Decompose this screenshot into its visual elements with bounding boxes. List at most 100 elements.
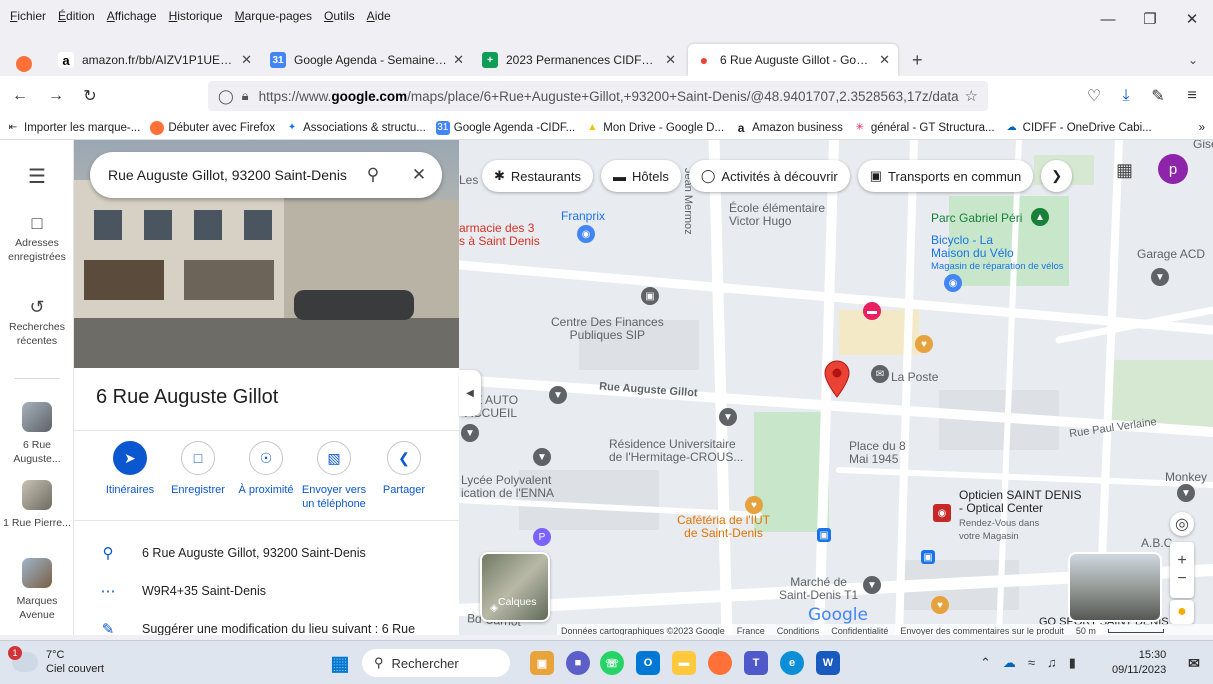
lock-icon[interactable]: 🔒︎ bbox=[242, 88, 249, 104]
plus-code-row[interactable]: ⋯ W9R4+35 Saint-Denis bbox=[74, 574, 459, 608]
extensions-icon[interactable]: ✎ bbox=[1146, 84, 1170, 108]
attribution-country[interactable]: France bbox=[737, 626, 765, 635]
chip-activities[interactable]: ◯ Activités à découvrir bbox=[688, 160, 850, 192]
nearby-button[interactable]: ☉ À proximité bbox=[230, 441, 302, 497]
teams-meet-icon[interactable]: ■ bbox=[566, 651, 590, 675]
attribution-feedback[interactable]: Envoyer des commentaires sur le produit bbox=[900, 626, 1064, 635]
shopping-pin-icon[interactable]: ◉ bbox=[577, 225, 595, 243]
restaurant-pin-icon[interactable]: ♥ bbox=[915, 335, 933, 353]
back-arrow-icon[interactable]: ← bbox=[8, 84, 32, 108]
tray-overflow-icon[interactable]: ⌃ bbox=[980, 655, 991, 671]
tracking-shield-icon[interactable]: ◯ bbox=[218, 88, 234, 105]
hotel-pin-icon[interactable]: ▬ bbox=[863, 302, 881, 320]
bookmark-google-agenda[interactable]: 31 Google Agenda -CIDF... bbox=[435, 120, 575, 135]
tab-amazon[interactable]: a amazon.fr/bb/AIZV1P1UEFWT7/ ✕ bbox=[50, 44, 260, 76]
zoom-in-icon[interactable]: + bbox=[1177, 552, 1186, 570]
map-label-garage[interactable]: Garage ACD bbox=[1137, 248, 1205, 261]
word-icon[interactable]: W bbox=[816, 651, 840, 675]
file-explorer-icon[interactable]: ▬ bbox=[672, 651, 696, 675]
map-label-laposte[interactable]: La Poste bbox=[891, 371, 938, 384]
parking-pin-icon[interactable]: P bbox=[533, 528, 551, 546]
post-office-pin-icon[interactable]: ✉ bbox=[871, 365, 889, 383]
search-icon[interactable]: ⚲ bbox=[350, 165, 396, 185]
profile-avatar[interactable]: p bbox=[1158, 154, 1188, 184]
new-tab-button[interactable]: + bbox=[904, 44, 934, 76]
street-view-preview[interactable] bbox=[1068, 552, 1162, 622]
map-label-residence[interactable]: Résidence Universitaire de l'Hermitage-C… bbox=[609, 438, 743, 464]
clear-search-icon[interactable]: ✕ bbox=[396, 165, 442, 185]
bookmark-drive[interactable]: ▲ Mon Drive - Google D... bbox=[585, 121, 724, 135]
bookmark-gt-structura[interactable]: ✳ général - GT Structura... bbox=[853, 121, 995, 135]
chips-next-button[interactable]: ❯ bbox=[1041, 160, 1073, 192]
chip-hotels[interactable]: ▬ Hôtels bbox=[601, 160, 681, 192]
chip-restaurants[interactable]: ✱ Restaurants bbox=[482, 160, 593, 192]
zoom-out-icon[interactable]: − bbox=[1177, 570, 1186, 588]
close-tab-icon[interactable]: ✕ bbox=[879, 52, 890, 68]
tab-google-maps[interactable]: ● 6 Rue Auguste Gillot - Google M ✕ bbox=[688, 44, 898, 76]
address-bar[interactable]: ◯ 🔒︎ https://www.google.com/maps/place/6… bbox=[208, 81, 988, 111]
menu-aide[interactable]: Aide bbox=[367, 9, 391, 23]
bike-shop-pin-icon[interactable]: ◉ bbox=[944, 274, 962, 292]
download-icon[interactable]: ⤓ bbox=[1114, 84, 1138, 108]
government-pin-icon[interactable]: ▣ bbox=[641, 287, 659, 305]
google-apps-icon[interactable]: ▦ bbox=[1116, 160, 1133, 181]
clock[interactable]: 15:30 09/11/2023 bbox=[1112, 648, 1166, 678]
map-label-place-8-mai[interactable]: Place du 8 Mai 1945 bbox=[849, 440, 906, 466]
taskbar-search[interactable]: ⚲ Rechercher bbox=[362, 649, 510, 677]
bookmarks-overflow-icon[interactable]: » bbox=[1199, 122, 1205, 134]
menu-marque-pages[interactable]: Marque-pages bbox=[235, 9, 312, 23]
attribution-terms[interactable]: Conditions bbox=[777, 626, 820, 635]
optician-logo-icon[interactable]: ◉ bbox=[933, 504, 951, 522]
map-label-abc[interactable]: A.B.C bbox=[1141, 537, 1172, 550]
bookmark-associations[interactable]: ✦ Associations & structu... bbox=[285, 121, 426, 135]
bookmark-onedrive[interactable]: ☁ CIDFF - OneDrive Cabi... bbox=[1005, 121, 1152, 135]
battery-icon[interactable]: ▮ bbox=[1069, 655, 1076, 671]
rail-saved[interactable]: □ Adresses enregistrées bbox=[0, 214, 74, 264]
collapse-panel-icon[interactable]: ◀ bbox=[459, 370, 481, 416]
attribution-privacy[interactable]: Confidentialité bbox=[831, 626, 888, 635]
map-label-marche[interactable]: Marché de Saint-Denis T1 bbox=[779, 576, 858, 602]
directions-button[interactable]: ➤ Itinéraires bbox=[94, 441, 166, 497]
app-menu-icon[interactable]: ≡ bbox=[1180, 84, 1204, 108]
menu-edition[interactable]: Édition bbox=[58, 9, 95, 23]
school-pin-icon[interactable]: ▼ bbox=[533, 448, 551, 466]
onedrive-tray-icon[interactable]: ☁ bbox=[1003, 655, 1016, 671]
minimize-icon[interactable]: — bbox=[1087, 6, 1129, 32]
bookmark-import[interactable]: ⇤ Importer les marque-... bbox=[6, 121, 141, 135]
bookmark-amazon-business[interactable]: a Amazon business bbox=[734, 121, 843, 135]
rail-history-2[interactable]: 1 Rue Pierre... bbox=[0, 480, 74, 530]
menu-hamburger-icon[interactable]: ☰ bbox=[28, 164, 46, 189]
close-tab-icon[interactable]: ✕ bbox=[665, 52, 676, 68]
firefox-taskbar-icon[interactable] bbox=[708, 651, 732, 675]
rail-history-3[interactable]: Marques Avenue bbox=[0, 558, 74, 622]
pin-icon[interactable]: ▼ bbox=[461, 424, 479, 442]
wifi-icon[interactable]: ≈ bbox=[1028, 655, 1035, 671]
bookmark-firefox[interactable]: Débuter avec Firefox bbox=[150, 120, 275, 135]
tab-list-chevron-icon[interactable]: ⌄ bbox=[1180, 44, 1208, 76]
map-label-monkey[interactable]: Monkey bbox=[1165, 471, 1207, 484]
map-label-parc[interactable]: Parc Gabriel Péri bbox=[931, 212, 1022, 225]
close-window-icon[interactable]: ✕ bbox=[1171, 6, 1213, 32]
garage-pin-icon[interactable]: ▼ bbox=[1151, 268, 1169, 286]
tab-google-agenda[interactable]: 31 Google Agenda - Semaine du 2 ✕ bbox=[262, 44, 472, 76]
cafe-pin-icon[interactable]: ♥ bbox=[745, 496, 763, 514]
address-row[interactable]: ⚲ 6 Rue Auguste Gillot, 93200 Saint-Deni… bbox=[74, 536, 459, 570]
notification-bell-icon[interactable]: ✉ bbox=[1182, 651, 1206, 675]
map-label-bicyclo[interactable]: Bicyclo - La Maison du Vélo bbox=[931, 234, 1014, 260]
my-location-icon[interactable]: ◎ bbox=[1170, 512, 1194, 536]
scale-label[interactable]: 50 m bbox=[1076, 626, 1096, 635]
map-label-finances[interactable]: Centre Des Finances Publiques SIP bbox=[551, 316, 664, 342]
close-tab-icon[interactable]: ✕ bbox=[453, 52, 464, 68]
layers-button[interactable]: ◈ Calques bbox=[480, 552, 550, 622]
rail-recent[interactable]: ↺ Recherches récentes bbox=[0, 298, 74, 348]
close-tab-icon[interactable]: ✕ bbox=[241, 52, 252, 68]
tab-permanences[interactable]: + 2023 Permanences CIDFF 93 - C ✕ bbox=[474, 44, 684, 76]
menu-historique[interactable]: Historique bbox=[169, 9, 223, 23]
chip-transit[interactable]: ▣ Transports en commun bbox=[857, 160, 1034, 192]
suggest-edit-row[interactable]: ✎ Suggérer une modification du lieu suiv… bbox=[74, 612, 459, 635]
market-pin-icon[interactable]: ▼ bbox=[863, 576, 881, 594]
send-to-phone-button[interactable]: ▧ Envoyer vers un téléphone bbox=[298, 441, 370, 511]
reload-icon[interactable]: ↻ bbox=[78, 84, 102, 108]
restore-icon[interactable]: ❐ bbox=[1129, 6, 1171, 32]
pocket-icon[interactable]: ♡ bbox=[1082, 84, 1106, 108]
